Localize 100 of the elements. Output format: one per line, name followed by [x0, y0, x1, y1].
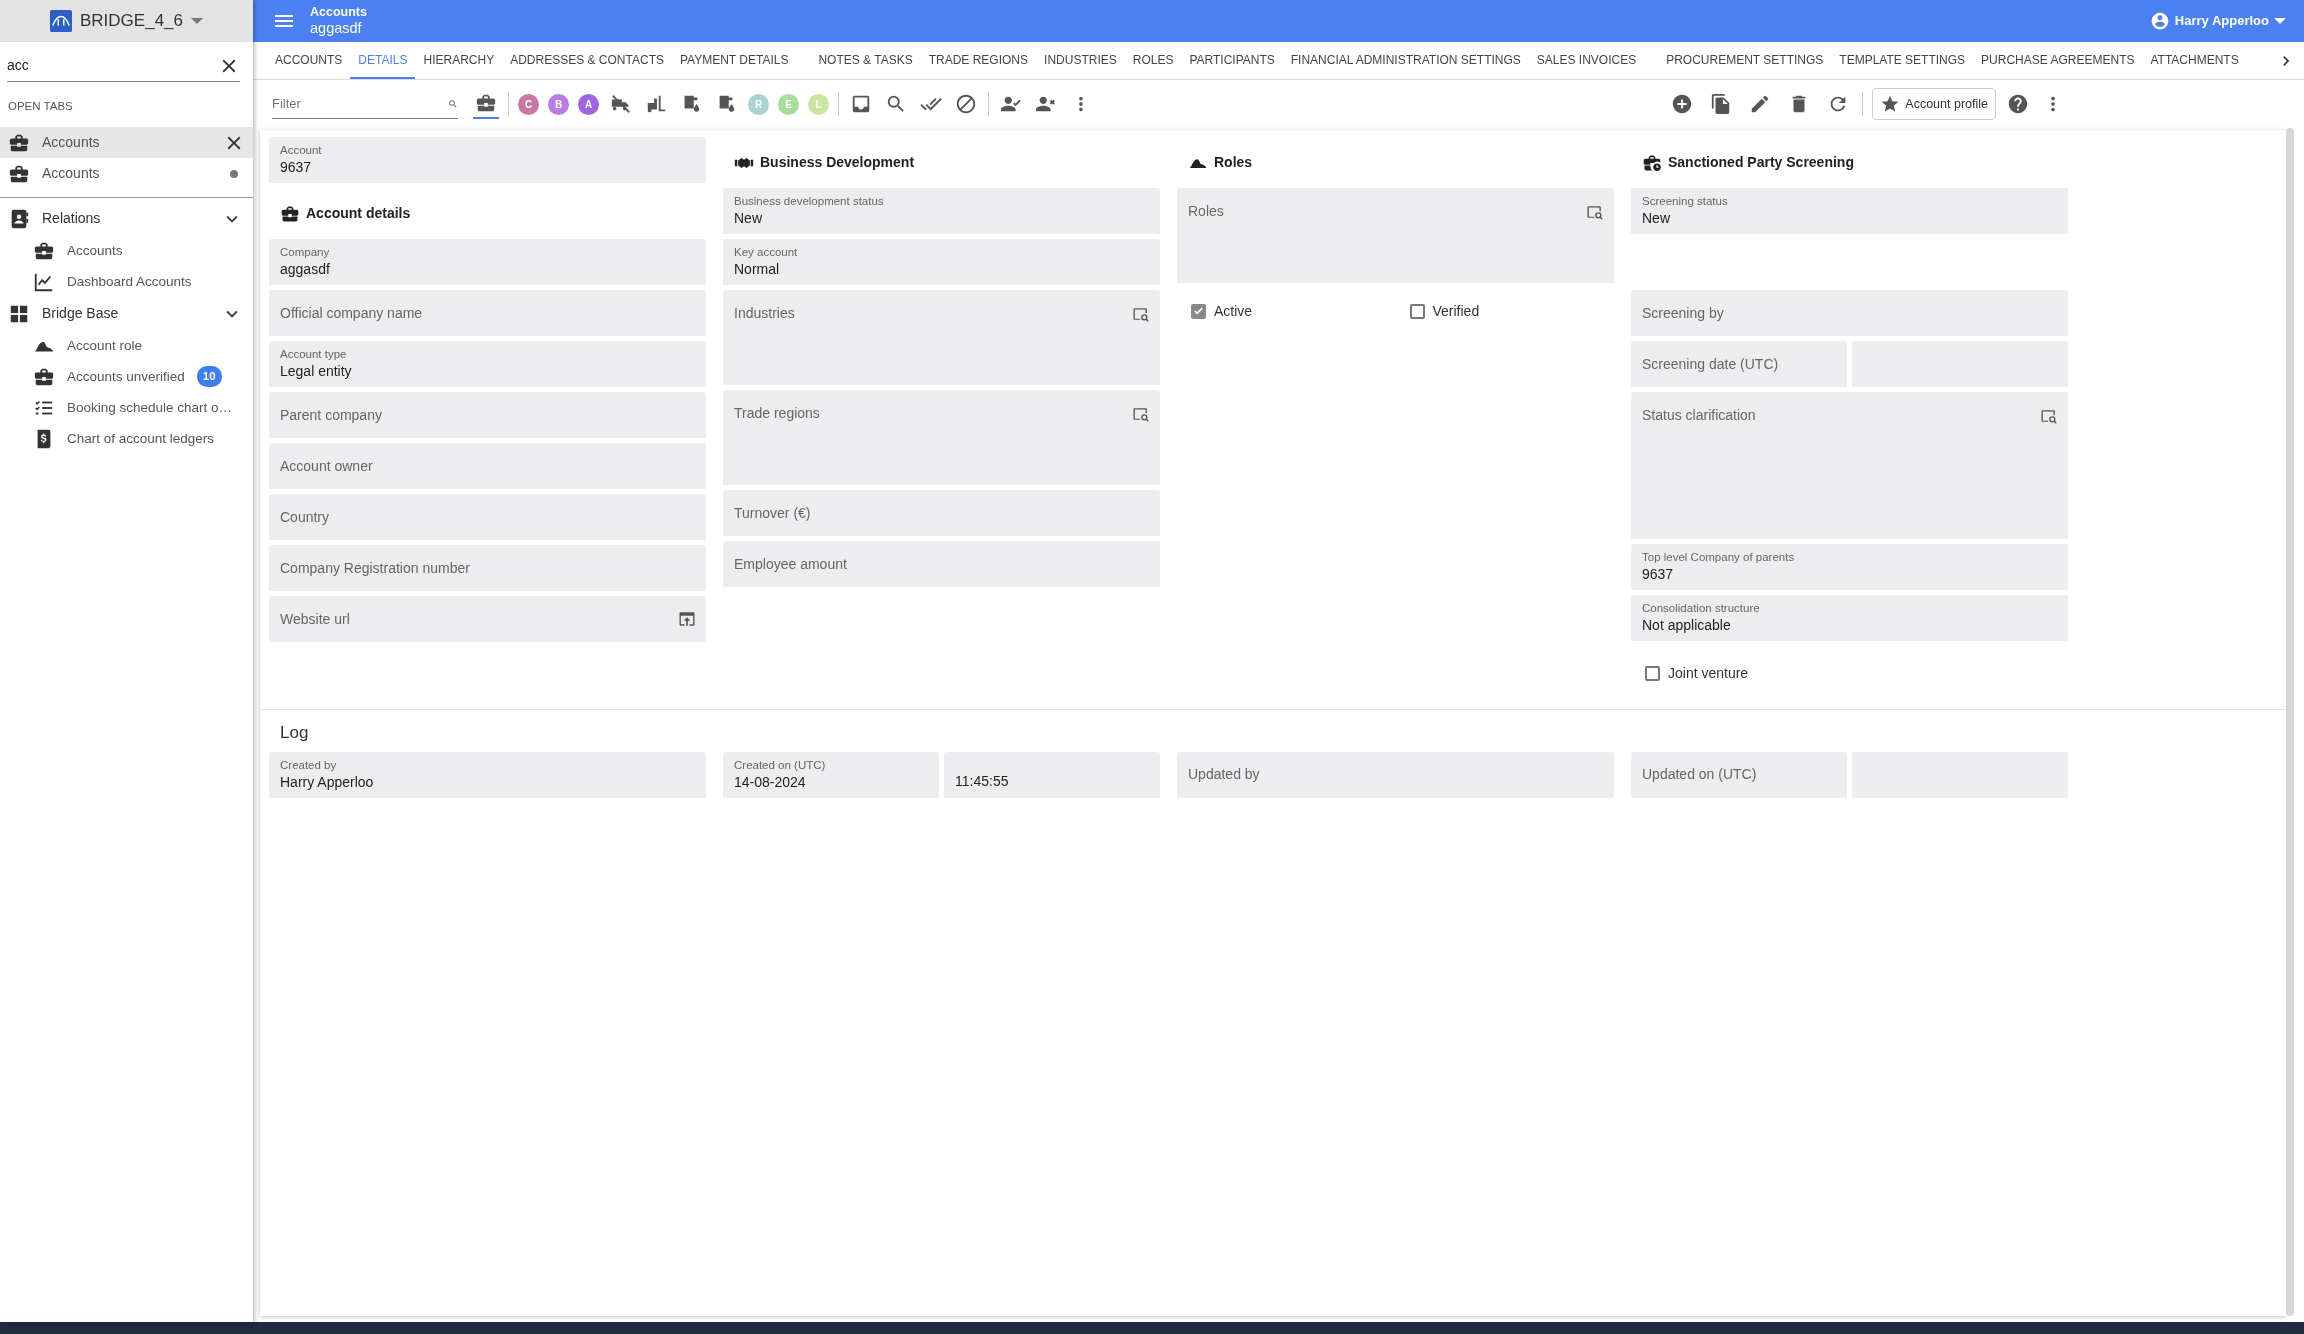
- checkbox[interactable]: Active: [1177, 300, 1396, 322]
- field-value: 9637: [280, 158, 312, 177]
- field-label: Official company name: [280, 303, 423, 323]
- field-label: Account: [280, 143, 322, 158]
- field-label: Updated on (UTC): [1642, 765, 1757, 784]
- field-label: Updated by: [1188, 765, 1260, 784]
- field-value: Legal entity: [280, 362, 352, 381]
- tab[interactable]: NOTES & TASKS: [810, 42, 921, 79]
- field-label: Created on (UTC): [734, 757, 826, 773]
- input-field[interactable]: Key account Normal: [723, 239, 1160, 285]
- open-tab-item[interactable]: Accounts: [0, 127, 253, 159]
- input-field[interactable]: Industries: [723, 290, 1160, 385]
- open-tab-item[interactable]: Accounts: [0, 158, 253, 190]
- tab[interactable]: PROCUREMENT SETTINGS: [1658, 42, 1832, 79]
- input-field[interactable]: Account owner: [269, 443, 706, 489]
- input-field[interactable]: Business development status New: [723, 188, 1160, 234]
- menu-item[interactable]: Accounts: [0, 235, 253, 267]
- input-field[interactable]: Created on (UTC) 14-08-2024: [723, 751, 939, 798]
- input-field[interactable]: Updated by: [1177, 751, 1614, 798]
- open-link-icon: [677, 609, 697, 629]
- tab[interactable]: PAYMENT DETAILS: [671, 42, 797, 79]
- checkbox[interactable]: Verified: [1395, 300, 1614, 322]
- input-field[interactable]: Top level Company of parents 9637: [1631, 544, 2068, 590]
- field-label: Status clarification: [1642, 406, 1756, 425]
- field-label: Key account: [734, 245, 798, 260]
- tab[interactable]: DETAILS: [350, 42, 416, 79]
- input-field[interactable]: Company Registration number: [269, 545, 706, 591]
- field-value: Not applicable: [1642, 616, 1731, 635]
- field-label: Screening date (UTC): [1642, 354, 1779, 374]
- input-field[interactable]: Account 9637: [269, 137, 706, 183]
- tab[interactable]: FINANCIAL ADMINISTRATION SETTINGS: [1282, 42, 1529, 79]
- field-value: 14-08-2024: [734, 772, 806, 792]
- menu-item[interactable]: Booking schedule chart o…: [0, 392, 253, 424]
- tab[interactable]: ROLES: [1124, 42, 1182, 79]
- filter-field[interactable]: Filter: [272, 93, 448, 114]
- checkbox[interactable]: Joint venture: [1631, 662, 1850, 684]
- input-field[interactable]: Consolidation structure Not applicable: [1631, 595, 2068, 641]
- count-badge: 10: [196, 366, 222, 388]
- field-value: Normal: [734, 260, 780, 279]
- menu-item[interactable]: Chart of account ledgers: [0, 423, 253, 455]
- field-label: Company Registration number: [280, 558, 470, 578]
- tab[interactable]: INDUSTRIES: [1036, 42, 1125, 79]
- tab[interactable]: PURCHASE AGREEMENTS: [1973, 42, 2143, 79]
- tab[interactable]: TRADE REGIONS: [920, 42, 1037, 79]
- tab-label: Accounts: [42, 164, 101, 184]
- menu-group[interactable]: Relations: [0, 202, 253, 236]
- menu-item-label: Dashboard Accounts: [67, 272, 192, 291]
- input-field[interactable]: Company aggasdf: [269, 239, 706, 285]
- tab[interactable]: ACCOUNTS: [267, 42, 351, 79]
- input-field[interactable]: Trade regions: [723, 390, 1160, 485]
- user-menu[interactable]: Harry Apperloo: [2149, 11, 2286, 31]
- input-field[interactable]: Screening status New: [1631, 188, 2068, 234]
- input-field[interactable]: Screening date (UTC): [1631, 341, 1847, 387]
- field-label: Employee amount: [734, 554, 847, 574]
- scrollbar[interactable]: [2286, 128, 2294, 1316]
- field-label: Industries: [734, 304, 795, 323]
- letter-avatar[interactable]: A: [578, 93, 599, 115]
- field-label: Top level Company of parents: [1642, 550, 1795, 565]
- menu-item-label: Accounts unverified: [67, 367, 185, 386]
- input-field[interactable]: Website url: [269, 596, 706, 642]
- input-field[interactable]: Status clarification: [1631, 392, 2068, 539]
- menu-item[interactable]: Account role: [0, 330, 253, 362]
- menu-item-label: Chart of account ledgers: [67, 429, 215, 448]
- field-label: Created by: [280, 757, 337, 773]
- search-field[interactable]: acc: [7, 55, 218, 76]
- tab[interactable]: PARTICIPANTS: [1181, 42, 1283, 79]
- field-value: New: [1642, 209, 1670, 228]
- input-field[interactable]: 11:45:55: [944, 751, 1160, 798]
- menu-group[interactable]: Bridge Base: [0, 297, 253, 331]
- field-label: Company: [280, 245, 330, 260]
- input-field[interactable]: Created by Harry Apperloo: [269, 751, 706, 798]
- app-logo-icon: [50, 10, 72, 32]
- input-field[interactable]: Parent company: [269, 392, 706, 438]
- account-profile-button[interactable]: Account profile: [1872, 88, 1996, 120]
- section-title: Business Development: [760, 153, 915, 172]
- tab[interactable]: TEMPLATE SETTINGS: [1831, 42, 1974, 79]
- input-field[interactable]: Turnover (€): [723, 490, 1160, 536]
- input-field[interactable]: Employee amount: [723, 541, 1160, 587]
- dropdown-caret-icon: [2274, 18, 2286, 24]
- input-field[interactable]: Official company name: [269, 290, 706, 336]
- tab[interactable]: ADDRESSES & CONTACTS: [502, 42, 672, 79]
- input-field[interactable]: Screening by: [1631, 290, 2068, 336]
- field-value: 9637: [1642, 565, 1674, 584]
- field-label: Consolidation structure: [1642, 601, 1760, 616]
- input-field[interactable]: Country: [269, 494, 706, 540]
- tab[interactable]: HIERARCHY: [415, 42, 503, 79]
- field-label: Country: [280, 507, 330, 527]
- tab[interactable]: SALES INVOICES: [1528, 42, 1645, 79]
- input-field[interactable]: Updated on (UTC): [1631, 751, 1847, 798]
- menu-item-label: Account role: [67, 336, 143, 355]
- field-label: Business development status: [734, 194, 884, 209]
- tab[interactable]: ATTACHMENTS: [2142, 42, 2247, 79]
- field-label: Account owner: [280, 456, 373, 476]
- input-field[interactable]: Account type Legal entity: [269, 341, 706, 387]
- field-value: aggasdf: [280, 260, 330, 279]
- menu-item[interactable]: Accounts unverified 10: [0, 361, 253, 393]
- menu-item[interactable]: Dashboard Accounts: [0, 266, 253, 298]
- input-field[interactable]: Roles: [1177, 188, 1614, 283]
- menu-item-label: Accounts: [67, 241, 123, 260]
- menu-item-label: Booking schedule chart o…: [67, 398, 233, 417]
